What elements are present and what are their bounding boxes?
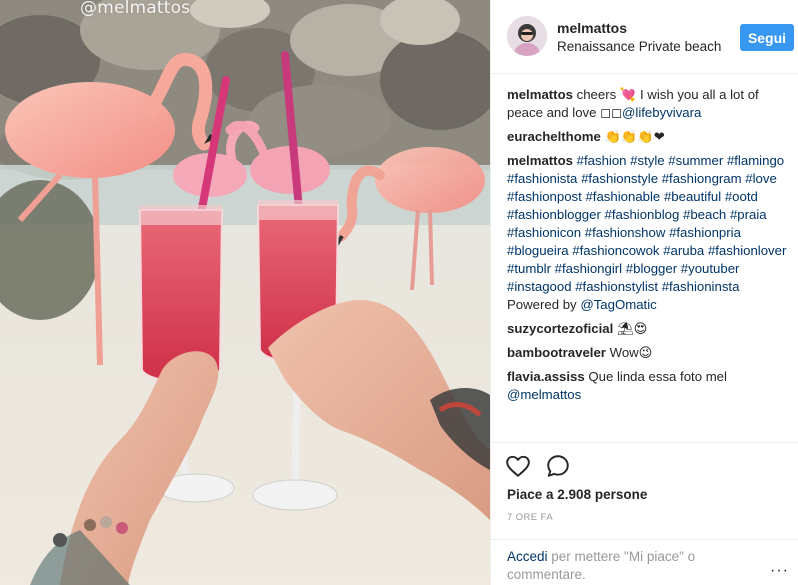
comment-author-link[interactable]: flavia.assiss: [507, 369, 585, 384]
comment-author-link[interactable]: bambootraveler: [507, 345, 606, 360]
login-prompt: Accedi per mettere "Mi piace" o commenta…: [507, 548, 727, 584]
follow-button[interactable]: Segui: [740, 24, 794, 51]
location-link[interactable]: Renaissance Private beach: [557, 37, 721, 57]
user-block: melmattos Renaissance Private beach: [557, 20, 721, 57]
photo-illustration: [0, 0, 490, 585]
comment-tag-link[interactable]: #fashioncowok: [572, 243, 659, 258]
login-link[interactable]: Accedi: [507, 549, 548, 564]
comment-tag-link[interactable]: #tumblr: [507, 261, 551, 276]
comment-tag-link[interactable]: #fashionpria: [669, 225, 741, 240]
comment-tag-link[interactable]: #style: [630, 153, 664, 168]
comment-tag-link[interactable]: #fashionable: [585, 189, 660, 204]
comment-tag-link[interactable]: #fashionstyle: [581, 171, 658, 186]
comment-item: melmattos cheers 💘 I wish you all a lot …: [507, 86, 791, 122]
comment-text: Que linda essa foto mel: [584, 369, 727, 384]
comment-tag-link[interactable]: #ootd: [725, 189, 758, 204]
comment-text: Wow😉: [605, 345, 653, 360]
comment-tag-link[interactable]: #beautiful: [664, 189, 721, 204]
comment-item: melmattos #fashion #style #summer #flami…: [507, 152, 791, 314]
comment-tag-link[interactable]: #fashionshow: [585, 225, 666, 240]
comment-author-link[interactable]: eurachelthome: [507, 129, 601, 144]
comment-tag-link[interactable]: #fashiongram: [662, 171, 742, 186]
photo-watermark: @melmattos: [80, 0, 191, 18]
comment-tag-link[interactable]: #love: [745, 171, 777, 186]
comment-tag-link[interactable]: #blogueira: [507, 243, 569, 258]
comment-tag-link[interactable]: #fashionblogger: [507, 207, 601, 222]
comment-tag-link[interactable]: #fashionblog: [605, 207, 680, 222]
comment-tag-link[interactable]: #fashiongirl: [555, 261, 622, 276]
post-timestamp[interactable]: 7 ORE FA: [507, 512, 553, 523]
heart-icon[interactable]: [505, 453, 531, 479]
comment-tag-link[interactable]: #beach: [683, 207, 726, 222]
comment-bubble-icon[interactable]: [545, 453, 571, 479]
add-comment-section: Accedi per mettere "Mi piace" o commenta…: [491, 539, 798, 585]
comment-tag-link[interactable]: #flamingo: [727, 153, 784, 168]
post-side-panel: melmattos Renaissance Private beach Segu…: [490, 0, 798, 585]
comment-tag-link[interactable]: #fashionstylist: [575, 279, 658, 294]
comment-tag-link[interactable]: @melmattos: [507, 387, 581, 402]
comment-item: eurachelthome 👏👏👏❤: [507, 128, 791, 146]
comment-item: flavia.assiss Que linda essa foto mel @m…: [507, 368, 791, 404]
comment-tag-link[interactable]: @TagOmatic: [580, 297, 656, 312]
comment-author-link[interactable]: melmattos: [507, 153, 573, 168]
comment-tag-link[interactable]: #aruba: [663, 243, 704, 258]
comment-tag-link[interactable]: #summer: [668, 153, 723, 168]
post-header: melmattos Renaissance Private beach Segu…: [491, 0, 798, 74]
more-options-icon[interactable]: ···: [770, 562, 789, 580]
comment-text: ⛱😍: [613, 321, 648, 336]
comment-item: bambootraveler Wow😉: [507, 344, 791, 362]
action-icons: [505, 453, 571, 479]
avatar-image: [507, 16, 547, 56]
comment-tag-link[interactable]: #fashionista: [507, 171, 577, 186]
post-actions: Piace a 2.908 persone 7 ORE FA Accedi pe…: [491, 442, 798, 585]
comment-tag-link[interactable]: @lifebyvivara: [622, 105, 701, 120]
comment-tag-link[interactable]: #instagood: [507, 279, 572, 294]
comment-tag-link[interactable]: #fashioninsta: [662, 279, 740, 294]
comments-list: melmattos cheers 💘 I wish you all a lot …: [507, 86, 791, 442]
comment-tag-link[interactable]: #fashionicon: [507, 225, 581, 240]
comment-tag-link[interactable]: #praia: [730, 207, 767, 222]
post-photo[interactable]: @melmattos: [0, 0, 490, 585]
comment-item: suzycortezoficial ⛱😍: [507, 320, 791, 338]
username-link[interactable]: melmattos: [557, 20, 721, 37]
comment-tag-link[interactable]: #youtuber: [681, 261, 740, 276]
comment-tag-link[interactable]: #fashionlover: [708, 243, 786, 258]
comment-tag-link[interactable]: #fashionpost: [507, 189, 582, 204]
comment-tag-link[interactable]: #blogger: [626, 261, 677, 276]
likes-count[interactable]: Piace a 2.908 persone: [507, 487, 647, 502]
comment-tag-link[interactable]: #fashion: [577, 153, 627, 168]
comment-author-link[interactable]: suzycortezoficial: [507, 321, 613, 336]
comment-text: Powered by: [507, 297, 581, 312]
avatar[interactable]: [507, 16, 547, 56]
comment-author-link[interactable]: melmattos: [507, 87, 573, 102]
comment-text: 👏👏👏❤: [600, 129, 665, 144]
